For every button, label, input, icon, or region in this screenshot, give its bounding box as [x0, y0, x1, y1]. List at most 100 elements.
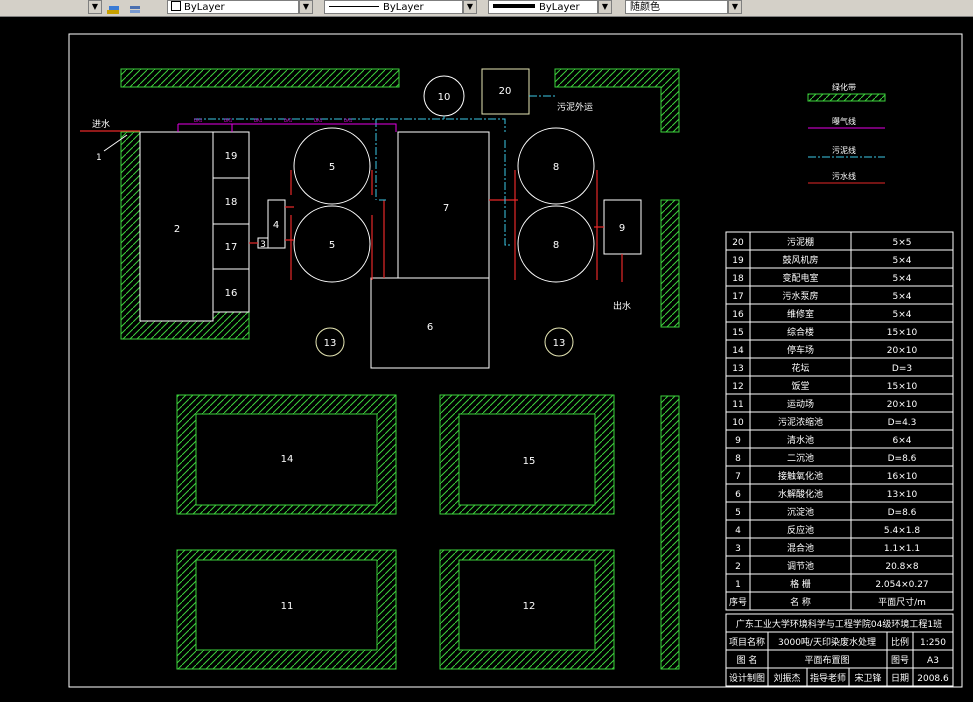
schedule-cell-size: 5×4	[893, 256, 912, 266]
schedule-cell-name: 鼓风机房	[782, 254, 818, 266]
schedule-cell-name: 综合楼	[787, 326, 814, 338]
schedule-cell-size: 5×4	[893, 274, 912, 284]
green-belt-top-left	[120, 68, 400, 88]
lineweight-sample	[493, 4, 535, 8]
pipe-tag: DA1	[284, 118, 293, 123]
schedule-cell-name: 格 栅	[790, 578, 811, 590]
unit-label: 8	[553, 240, 559, 251]
plotstyle-select[interactable]: 随颜色	[625, 0, 728, 14]
drawing-canvas[interactable]: DA1 DA1 DA1 DA1 DA1 DA1 2 3 4 5 5 6 7 8 …	[0, 17, 973, 702]
schedule-cell-no: 4	[735, 526, 741, 536]
sewage-stub-8	[514, 170, 598, 280]
sludge-from-5	[375, 119, 386, 201]
sludge-out-label: 污泥外运	[557, 101, 593, 113]
schedule-cell-size: 5.4×1.8	[884, 526, 920, 536]
project-name: 3000吨/天印染废水处理	[778, 636, 876, 648]
unit-label: 10	[438, 92, 451, 103]
unit-label: 14	[281, 454, 294, 465]
sludge-lines	[194, 95, 555, 246]
schedule-cell-name: 饭堂	[791, 380, 809, 392]
schedule-cell-size: 5×4	[893, 292, 912, 302]
green-ring-15	[439, 394, 615, 515]
aeration-tags: DA1 DA1 DA1 DA1 DA1 DA1	[194, 118, 353, 123]
schedule-cell-no: 20	[732, 238, 744, 248]
schedule-cell-size: 15×10	[887, 382, 918, 392]
schedule-cell-size: 15×10	[887, 328, 918, 338]
project-label: 项目名称	[729, 636, 765, 648]
schedule-cell-no: 14	[732, 346, 744, 356]
unit-label: 5	[329, 240, 335, 251]
legend: 绿化带 曝气线 污泥线 污水线	[807, 82, 886, 184]
schedule-cell-name: 污泥棚	[787, 236, 814, 248]
aeration-main	[178, 123, 397, 132]
unit-label: 18	[225, 197, 238, 208]
color-select[interactable]: ByLayer	[167, 0, 299, 14]
unit-label: 7	[443, 203, 449, 214]
schedule-cell-no: 2	[735, 562, 741, 572]
unit-label: 5	[329, 162, 335, 173]
linetype-dropdown-arrow[interactable]: ▼	[463, 0, 477, 14]
layer-state-icon[interactable]	[106, 1, 120, 14]
schedule-cell-name: 清水池	[787, 434, 814, 446]
plotstyle-dropdown-arrow[interactable]: ▼	[728, 0, 742, 14]
schedule-cell-no: 17	[732, 292, 743, 302]
schedule-cell-name: 运动场	[787, 399, 814, 410]
schedule-cell-size: D=8.6	[888, 454, 917, 464]
sewage-lines	[80, 130, 623, 282]
lineweight-select-value: ByLayer	[539, 2, 580, 13]
designer-label: 设计制图	[729, 672, 765, 684]
layer-previous-icon[interactable]	[128, 1, 142, 13]
schedule-cell-size: D=4.3	[888, 418, 917, 428]
schedule-cell-size: D=3	[892, 364, 912, 374]
unit-label: 19	[225, 151, 238, 162]
unit-label: 9	[619, 223, 625, 234]
schedule-cell-no: 8	[735, 454, 741, 464]
aeration-lines	[177, 123, 397, 132]
schedule-cell-no: 19	[732, 256, 744, 266]
legend-label: 曝气线	[832, 116, 856, 126]
schedule-cell-name: 混合池	[787, 542, 814, 554]
schedule-cell-no: 13	[732, 364, 743, 374]
green-belt-right-bottom	[660, 395, 680, 670]
unit-label: 17	[225, 242, 238, 253]
schedule-cell-name: 污水泵房	[782, 290, 818, 302]
pipe-tag: DA1	[224, 118, 233, 123]
schedule-cell-name: 变配电室	[782, 272, 818, 284]
advisor-name: 宋卫锋	[854, 672, 881, 684]
lineweight-dropdown-arrow[interactable]: ▼	[598, 0, 612, 14]
pipe-tag: DA1	[194, 118, 203, 123]
schedule-cell-no: 5	[735, 508, 741, 518]
schedule-cell-name: 反应池	[787, 524, 814, 536]
school-name: 广东工业大学环境科学与工程学院04级环境工程1班	[736, 618, 942, 630]
linetype-select[interactable]: ByLayer	[324, 0, 463, 14]
color-select-value: ByLayer	[184, 2, 225, 13]
linetype-sample	[329, 6, 379, 7]
unit-label: 6	[427, 322, 433, 333]
green-belt-top-right	[554, 68, 680, 133]
legend-label: 污泥线	[832, 145, 856, 155]
lineweight-select[interactable]: ByLayer	[488, 0, 598, 14]
schedule-cell-name: 沉淀池	[787, 506, 814, 518]
schedule-cell-no: 6	[735, 490, 741, 500]
inlet-number: 1	[96, 153, 102, 163]
designer-name: 刘振杰	[773, 672, 800, 684]
schedule-cell-size: 5×4	[893, 310, 912, 320]
green-belt-right-mid	[660, 199, 680, 328]
layer-dropdown-arrow[interactable]: ▼	[88, 0, 102, 14]
schedule-cell-name: 花坛	[791, 362, 809, 374]
legend-label: 污水线	[832, 171, 856, 181]
plotstyle-select-value: 随颜色	[630, 2, 660, 13]
color-dropdown-arrow[interactable]: ▼	[299, 0, 313, 14]
unit-label: 13	[324, 338, 337, 349]
legend-swatch-green	[807, 93, 886, 102]
unit-label: 11	[281, 601, 294, 612]
schedule-cell-no: 12	[732, 382, 743, 392]
legend-label: 绿化带	[832, 82, 856, 92]
unit-label: 4	[273, 220, 279, 231]
schedule-cell-name: 二沉池	[787, 452, 814, 464]
unit-label: 2	[174, 224, 180, 235]
schedule-cell-name: 名 称	[790, 596, 811, 608]
schedule-cell-size: 1.1×1.1	[884, 544, 920, 554]
drawing-name: 平面布置图	[804, 654, 849, 666]
schedule-cell-no: 16	[732, 310, 744, 320]
